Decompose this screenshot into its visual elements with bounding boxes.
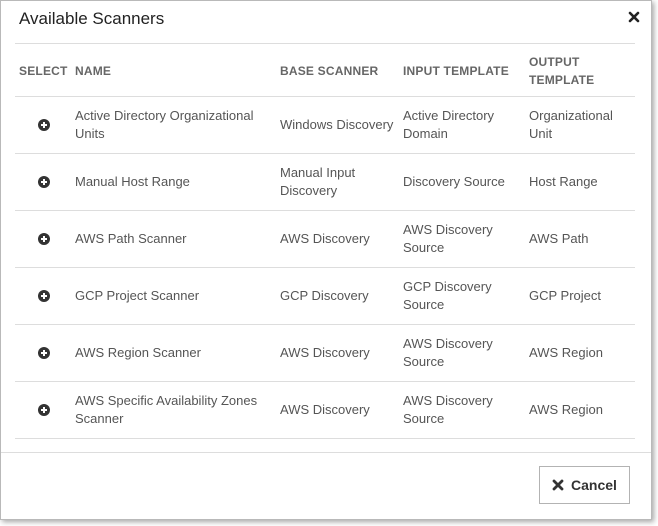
cell-input-template: AWS Discovery Source xyxy=(403,336,493,369)
column-header-base-scanner: BASE SCANNER xyxy=(280,64,379,78)
table-header: SELECT NAME BASE SCANNER INPUT TEMPLATE … xyxy=(15,43,635,97)
table-row: Manual Host Range Manual Input Discovery D… xyxy=(15,154,635,211)
cell-name: Manual Host Range xyxy=(75,174,190,189)
cell-name: Active Directory Organizational Units xyxy=(75,108,254,141)
plus-circle-icon[interactable] xyxy=(38,347,50,359)
cell-base-scanner: Manual Input Discovery xyxy=(280,165,356,198)
plus-circle-icon[interactable] xyxy=(38,404,50,416)
close-icon[interactable] xyxy=(627,10,641,24)
cell-input-template: Discovery Source xyxy=(403,174,505,189)
cell-name: AWS Path Scanner xyxy=(75,231,187,246)
cell-base-scanner: GCP Discovery xyxy=(280,288,369,303)
table-row: AWS Path Scanner AWS Discovery AWS Discove… xyxy=(15,211,635,268)
column-header-output-template: OUTPUT TEMPLATE xyxy=(529,55,595,87)
table-row: AWS Specific Availability Zones Scanner A… xyxy=(15,382,635,439)
dialog-title: Available Scanners xyxy=(19,9,165,28)
cancel-label: Cancel xyxy=(571,477,617,493)
cell-name: AWS Specific Availability Zones Scanner xyxy=(75,393,258,426)
column-header-select: SELECT xyxy=(19,64,68,78)
cell-output-template: AWS Path xyxy=(529,231,589,246)
cell-output-template: GCP Project xyxy=(529,288,602,303)
cell-input-template: AWS Discovery Source xyxy=(403,393,493,426)
cell-name: GCP Project Scanner xyxy=(75,288,200,303)
cell-output-template: Organizational Unit xyxy=(529,108,613,141)
plus-circle-icon[interactable] xyxy=(38,233,50,245)
cell-output-template: AWS Region xyxy=(529,345,603,360)
cell-name: AWS Region Scanner xyxy=(75,345,201,360)
cell-output-template: AWS Region xyxy=(529,402,603,417)
cell-input-template: Active Directory Domain xyxy=(403,108,495,141)
cell-base-scanner: AWS Discovery xyxy=(280,402,370,417)
plus-circle-icon[interactable] xyxy=(38,176,50,188)
column-header-input-template: INPUT TEMPLATE xyxy=(403,64,509,78)
cell-base-scanner: Windows Discovery xyxy=(280,117,394,132)
table-row: Active Directory Organizational Units Win… xyxy=(15,97,635,154)
column-header-name: NAME xyxy=(75,64,112,78)
available-scanners-dialog: Available Scanners SELECT NAME BASE SCAN… xyxy=(0,0,652,520)
plus-circle-icon[interactable] xyxy=(38,290,50,302)
table-row: AWS Region Scanner AWS Discovery AWS Disco… xyxy=(15,325,635,382)
cell-input-template: GCP Discovery Source xyxy=(403,279,492,312)
cancel-button[interactable]: Cancel xyxy=(539,466,630,504)
cell-base-scanner: AWS Discovery xyxy=(280,345,370,360)
close-icon xyxy=(552,479,564,491)
cell-base-scanner: AWS Discovery xyxy=(280,231,370,246)
cell-output-template: Host Range xyxy=(529,174,598,189)
footer-divider xyxy=(1,452,651,453)
table-row: GCP Project Scanner GCP Discovery GCP Disc… xyxy=(15,268,635,325)
plus-circle-icon[interactable] xyxy=(38,119,50,131)
cell-input-template: AWS Discovery Source xyxy=(403,222,493,255)
